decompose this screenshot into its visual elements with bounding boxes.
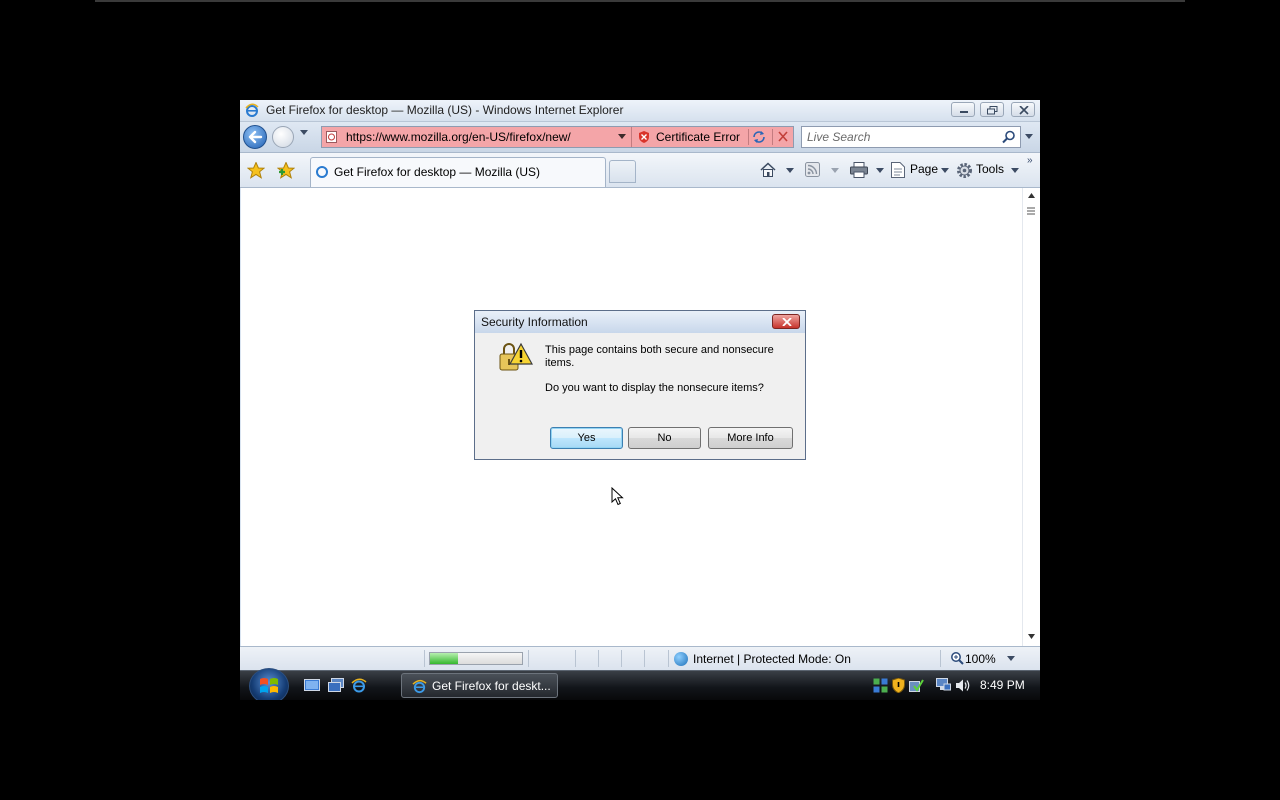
close-icon [782, 318, 792, 326]
tools-menu-label[interactable]: Tools [976, 162, 1004, 176]
feeds-dropdown-icon[interactable] [831, 168, 839, 174]
no-button[interactable]: No [628, 427, 701, 449]
page-menu-icon[interactable] [891, 162, 905, 178]
restore-icon [987, 106, 998, 115]
address-bar[interactable]: https://www.mozilla.org/en-US/firefox/ne… [321, 126, 794, 148]
search-options-dropdown-icon[interactable] [1025, 134, 1033, 140]
gear-icon[interactable] [956, 162, 973, 179]
dialog-message-primary: This page contains both secure and nonse… [545, 344, 774, 369]
divider [621, 650, 622, 667]
security-warning-lock-icon [499, 342, 533, 371]
minimize-button[interactable] [951, 102, 975, 117]
certificate-error-shield-icon[interactable] [638, 131, 650, 143]
new-tab-button[interactable] [609, 160, 636, 183]
divider [631, 127, 632, 147]
certificate-error-label[interactable]: Certificate Error [656, 130, 740, 144]
taskbar-button-internet-explorer[interactable]: Get Firefox for deskt... [401, 673, 558, 698]
home-icon[interactable] [760, 162, 776, 178]
divider [575, 650, 576, 667]
yes-button[interactable]: Yes [550, 427, 623, 449]
windows-taskbar: Get Firefox for deskt... 8:49 PM [240, 668, 1040, 700]
internet-explorer-icon[interactable] [351, 678, 367, 693]
page-icon [326, 131, 337, 143]
vista-desktop: Get Firefox for desktop — Mozilla (US) -… [240, 100, 1040, 700]
divider [598, 650, 599, 667]
chevron-more-icon[interactable]: » [1027, 155, 1033, 166]
arrow-left-icon [248, 130, 263, 144]
zoom-magnifier-icon[interactable] [950, 651, 964, 665]
update-check-tray-icon[interactable] [909, 678, 924, 693]
divider [644, 650, 645, 667]
stop-icon [778, 131, 788, 142]
security-information-dialog: Security Information This page contains … [474, 310, 806, 460]
page-dropdown-icon[interactable] [941, 168, 949, 174]
dialog-close-button[interactable] [772, 314, 800, 329]
tab-label: Get Firefox for desktop — Mozilla (US) [334, 165, 541, 179]
window-title: Get Firefox for desktop — Mozilla (US) -… [266, 103, 624, 117]
stop-button[interactable] [772, 129, 793, 145]
dialog-title-bar[interactable]: Security Information [475, 311, 805, 333]
close-window-button[interactable] [1011, 102, 1035, 117]
scroll-up-arrow-icon[interactable] [1028, 193, 1035, 198]
security-zone-status[interactable]: Internet | Protected Mode: On [693, 652, 851, 666]
mouse-cursor-icon [611, 487, 624, 506]
status-bar: Internet | Protected Mode: On 100% [240, 646, 1040, 670]
internet-zone-globe-icon [674, 652, 688, 666]
back-button[interactable] [243, 125, 267, 149]
command-bar: Get Firefox for desktop — Mozilla (US) P… [240, 153, 1040, 188]
forward-button[interactable] [272, 126, 294, 148]
refresh-icon [753, 131, 765, 143]
address-dropdown-icon[interactable] [618, 134, 626, 140]
host-top-edge [95, 0, 1185, 2]
show-desktop-icon[interactable] [304, 678, 320, 693]
dialog-title: Security Information [481, 315, 588, 329]
feeds-icon[interactable] [805, 162, 820, 177]
divider [528, 650, 529, 667]
progress-fill [430, 653, 458, 664]
recent-pages-dropdown-icon[interactable] [300, 130, 308, 136]
add-to-favorites-icon[interactable] [277, 162, 295, 179]
ie-logo-icon [412, 679, 427, 694]
home-dropdown-icon[interactable] [786, 168, 794, 174]
print-dropdown-icon[interactable] [876, 168, 884, 174]
navigation-bar: https://www.mozilla.org/en-US/firefox/ne… [240, 122, 1040, 153]
network-tray-icon[interactable] [936, 678, 951, 693]
volume-speaker-icon[interactable] [955, 678, 971, 693]
more-info-button[interactable]: More Info [708, 427, 793, 449]
tools-dropdown-icon[interactable] [1011, 168, 1019, 174]
vertical-scrollbar[interactable] [1022, 188, 1040, 646]
start-button[interactable] [249, 668, 289, 700]
favorites-star-icon[interactable] [247, 162, 265, 179]
restore-button[interactable] [980, 102, 1004, 117]
zoom-level[interactable]: 100% [965, 652, 996, 666]
window-title-bar[interactable]: Get Firefox for desktop — Mozilla (US) -… [240, 100, 1040, 122]
scroll-down-arrow-icon[interactable] [1028, 634, 1035, 639]
zoom-dropdown-icon[interactable] [1007, 656, 1015, 662]
minimize-icon [960, 111, 968, 113]
refresh-button[interactable] [748, 129, 771, 145]
print-icon[interactable] [850, 162, 868, 178]
windows-logo-icon [260, 678, 278, 693]
switch-windows-icon[interactable] [328, 678, 344, 693]
scroll-grip-icon[interactable] [1026, 206, 1036, 216]
security-center-shield-icon[interactable] [892, 678, 905, 693]
search-box[interactable]: Live Search [801, 126, 1021, 148]
divider [940, 650, 941, 667]
dialog-message-question: Do you want to display the nonsecure ite… [545, 382, 764, 394]
divider [668, 650, 669, 667]
clock[interactable]: 8:49 PM [980, 678, 1025, 692]
page-icon [316, 166, 328, 178]
close-icon [1019, 106, 1029, 115]
address-url[interactable]: https://www.mozilla.org/en-US/firefox/ne… [346, 130, 571, 144]
ie-logo-icon [245, 103, 259, 117]
tab-mozilla[interactable]: Get Firefox for desktop — Mozilla (US) [310, 157, 606, 187]
network-sharing-tray-icon[interactable] [873, 678, 888, 693]
search-input[interactable]: Live Search [807, 130, 870, 144]
search-icon[interactable] [1002, 130, 1016, 144]
page-load-progress [429, 652, 523, 665]
divider [424, 650, 425, 667]
taskbar-button-label: Get Firefox for deskt... [432, 679, 551, 693]
page-menu-label[interactable]: Page [910, 162, 938, 176]
